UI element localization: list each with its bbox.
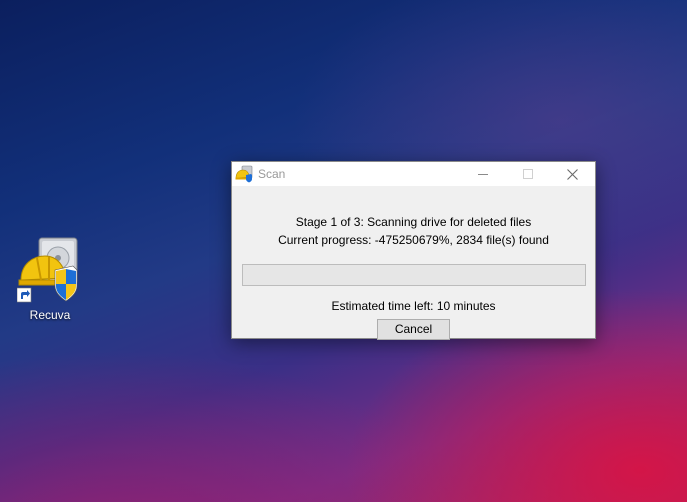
title-bar[interactable]: Scan bbox=[232, 162, 595, 186]
stage-text: Stage 1 of 3: Scanning drive for deleted… bbox=[295, 215, 532, 229]
desktop: Recuva Scan Stage 1 of 3: Scanning drive… bbox=[0, 0, 687, 502]
window-controls bbox=[460, 162, 595, 186]
maximize-icon bbox=[522, 169, 533, 179]
window-title: Scan bbox=[258, 167, 286, 181]
recuva-app-icon bbox=[235, 165, 253, 183]
maximize-button[interactable] bbox=[505, 162, 550, 186]
cancel-button[interactable]: Cancel bbox=[377, 319, 450, 340]
desktop-shortcut-label: Recuva bbox=[29, 308, 71, 322]
desktop-shortcut-recuva[interactable]: Recuva bbox=[14, 236, 86, 322]
close-icon bbox=[567, 168, 578, 180]
close-button[interactable] bbox=[550, 162, 595, 186]
minimize-icon bbox=[477, 174, 488, 175]
time-left-text: Estimated time left: 10 minutes bbox=[331, 299, 496, 313]
recuva-app-icon bbox=[17, 237, 78, 303]
minimize-button[interactable] bbox=[460, 162, 505, 186]
progress-status-text: Current progress: -475250679%, 2834 file… bbox=[278, 233, 549, 247]
dialog-content: Stage 1 of 3: Scanning drive for deleted… bbox=[232, 214, 595, 340]
progress-bar bbox=[241, 264, 586, 286]
scan-dialog: Scan Stage 1 of 3: Scanning drive for de… bbox=[231, 161, 596, 340]
